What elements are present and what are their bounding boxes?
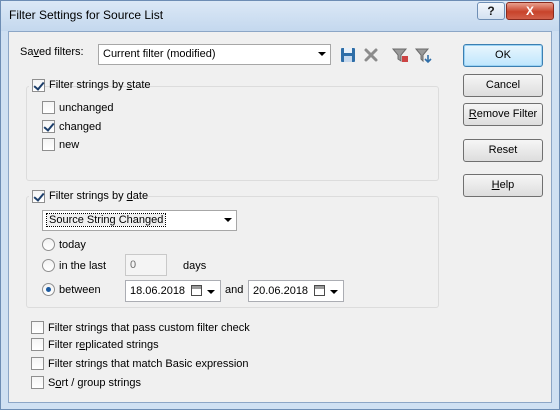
basic-expression-label: Filter strings that match Basic expressi…: [48, 358, 249, 370]
date-filter-header: Filter strings by date: [29, 189, 148, 204]
changed-checkbox[interactable]: [42, 120, 55, 133]
reset-button[interactable]: Reset: [463, 139, 543, 162]
and-label: and: [225, 284, 244, 296]
date-type-value: Source String Changed: [45, 213, 167, 227]
delete-icon[interactable]: [362, 46, 380, 64]
close-button[interactable]: X: [506, 2, 554, 20]
filter-settings-dialog: Filter Settings for Source List ? X Save…: [0, 0, 560, 410]
ok-button[interactable]: OK: [463, 44, 543, 67]
date-filter-checkbox[interactable]: [32, 190, 45, 203]
custom-filter-label: Filter strings that pass custom filter c…: [48, 322, 250, 334]
date-from-picker[interactable]: 18.06.2018: [125, 280, 221, 302]
unchanged-label: unchanged: [59, 102, 114, 114]
window-title: Filter Settings for Source List: [9, 8, 164, 22]
days-value: 0: [130, 259, 137, 271]
date-to-value: 20.06.2018: [253, 285, 309, 297]
chevron-down-icon: [207, 290, 215, 294]
filter-apply-icon[interactable]: [414, 46, 432, 64]
cancel-button[interactable]: Cancel: [463, 74, 543, 97]
date-to-picker[interactable]: 20.06.2018: [248, 280, 344, 302]
in-last-label: in the last: [59, 260, 107, 272]
replicated-label: Filter replicated strings: [48, 339, 159, 351]
calendar-icon: [314, 285, 325, 296]
date-filter-label: Filter strings by date: [49, 190, 149, 202]
in-last-radio[interactable]: [42, 259, 55, 272]
chevron-down-icon: [318, 52, 326, 56]
unchanged-checkbox[interactable]: [42, 101, 55, 114]
changed-label: changed: [59, 121, 102, 133]
chevron-down-icon: [330, 290, 338, 294]
saved-filters-label: Saved filters:: [20, 46, 84, 58]
state-filter-header-bg: [29, 78, 179, 93]
chevron-down-icon: [224, 218, 232, 222]
new-label: new: [59, 139, 80, 151]
today-radio[interactable]: [42, 238, 55, 251]
replicated-checkbox[interactable]: [31, 338, 44, 351]
saved-filters-value: Current filter (modified): [103, 48, 216, 60]
days-label: days: [183, 260, 207, 272]
title-bar: Filter Settings for Source List ? X: [1, 1, 559, 31]
date-type-dropdown[interactable]: Source String Changed: [42, 210, 237, 231]
between-radio[interactable]: [42, 283, 55, 296]
saved-filters-dropdown[interactable]: Current filter (modified): [98, 44, 331, 65]
date-from-value: 18.06.2018: [130, 285, 186, 297]
new-checkbox[interactable]: [42, 138, 55, 151]
sort-group-checkbox[interactable]: [31, 376, 44, 389]
help-title-button[interactable]: ?: [477, 2, 505, 20]
basic-expression-checkbox[interactable]: [31, 357, 44, 370]
days-input[interactable]: 0: [125, 254, 167, 276]
filter-settings-icon[interactable]: [391, 46, 409, 64]
help-button[interactable]: Help: [463, 174, 543, 197]
calendar-icon: [191, 285, 202, 296]
today-label: today: [59, 239, 86, 251]
remove-filter-button[interactable]: Remove Filter: [463, 103, 543, 126]
sort-group-label: Sort / group strings: [48, 377, 141, 389]
custom-filter-checkbox[interactable]: [31, 321, 44, 334]
state-filter-group: [26, 86, 439, 181]
between-label: between: [59, 284, 101, 296]
dialog-body: Saved filters: Current filter (modified)…: [8, 31, 552, 403]
save-icon[interactable]: [339, 46, 357, 64]
